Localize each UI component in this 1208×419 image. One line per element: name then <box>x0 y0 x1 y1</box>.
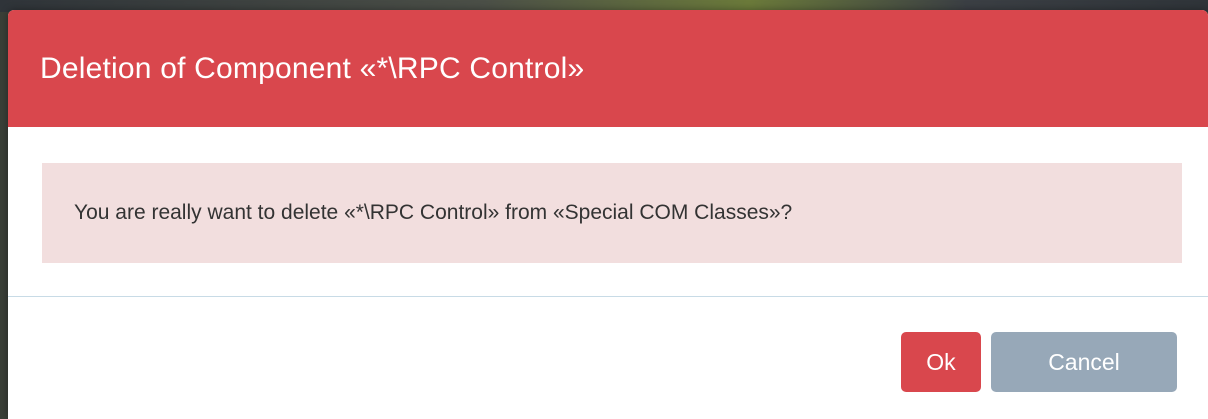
dialog-footer: Ok Cancel <box>8 297 1208 419</box>
dialog-header: Deletion of Component «*\RPC Control» <box>8 10 1208 127</box>
dialog-body: You are really want to delete «*\RPC Con… <box>8 127 1208 297</box>
confirmation-message: You are really want to delete «*\RPC Con… <box>74 201 793 224</box>
delete-confirmation-dialog: Deletion of Component «*\RPC Control» Yo… <box>8 10 1208 419</box>
ok-button[interactable]: Ok <box>901 332 981 392</box>
cancel-button[interactable]: Cancel <box>991 332 1177 392</box>
warning-alert: You are really want to delete «*\RPC Con… <box>42 163 1182 263</box>
dialog-title: Deletion of Component «*\RPC Control» <box>40 51 585 85</box>
